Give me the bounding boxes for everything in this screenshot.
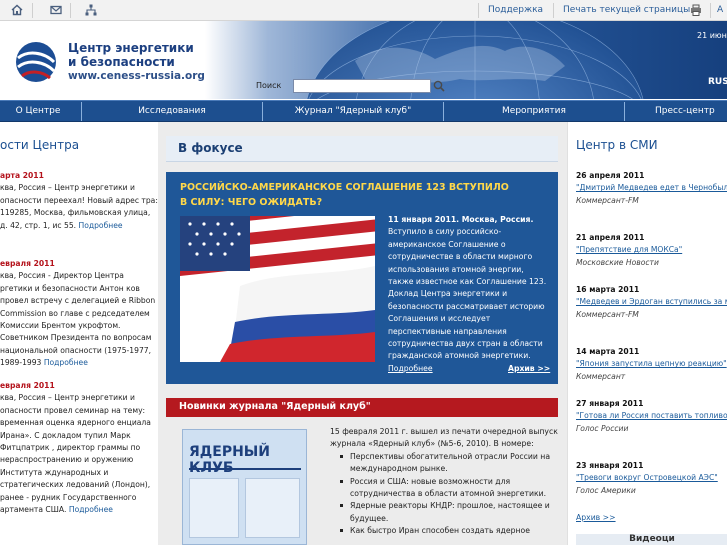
media-link[interactable]: "Дмитрий Медведев едет в Чернобыль спуст… [576,182,727,194]
media-date: 16 марта 2011 [576,285,640,294]
media-date: 26 апреля 2011 [576,171,645,180]
news-item: евраля 2011 ква, Россия - Директор Центр… [0,258,158,370]
media-title: Центр в СМИ [576,138,658,152]
nav-journal[interactable]: Журнал "Ядерный клуб" [263,101,443,122]
news-date: арта 2011 [0,171,44,180]
media-link[interactable]: "Препятствие для МОКСа" [576,244,727,256]
focus-more-link[interactable]: Подробнее [388,364,433,373]
support-link[interactable]: Поддержка [488,5,543,15]
center-news-column: ости Центра арта 2011 ква, Россия – Цент… [0,122,158,545]
media-item: 14 марта 2011 "Япония запустила цепную р… [576,346,727,383]
home-icon[interactable] [10,3,24,17]
media-link[interactable]: "Тревоги вокруг Островецкой АЭС" [576,472,727,484]
search-label: Поиск [256,81,282,90]
font-size-link[interactable]: А [717,5,723,15]
nav-about[interactable]: О Центре [0,101,76,122]
ceness-logo [16,42,56,82]
nav-research[interactable]: Исследования [82,101,262,122]
news-more-link[interactable]: Подробнее [44,358,88,367]
journal-cover-title: ЯДЕРНЫЙ КЛУБ [189,444,271,476]
media-archive-link[interactable]: Архив >> [576,513,616,522]
nav-press-center[interactable]: Пресс-центр [625,101,727,122]
us-russia-flags-image [180,216,375,362]
media-link[interactable]: "Готова ли Россия поставить топливо Теге… [576,410,727,422]
journal-contents-item: Россия и США: новые возможности для сотр… [340,476,562,501]
media-date: 23 января 2011 [576,461,644,470]
journal-contents-item: Как быстро Иран способен создать ядерное [340,525,562,537]
focus-dateline: 11 января 2011. Москва, Россия. [388,215,534,224]
journal-contents-list: Перспективы обогатительной отрасли Росси… [340,451,562,538]
news-more-link[interactable]: Подробнее [69,505,113,514]
journal-intro: 15 февраля 2011 г. вышел из печати очере… [330,427,558,449]
news-text: ква, Россия - Директор Центра ргетики и … [0,271,156,368]
main-content: В фокусе РОССИЙСКО-АМЕРИКАНСКОЕ СОГЛАШЕН… [158,122,567,545]
focus-headline[interactable]: РОССИЙСКО-АМЕРИКАНСКОЕ СОГЛАШЕНИЕ 123 ВС… [180,180,510,210]
media-item: 21 апреля 2011 "Препятствие для МОКСа" М… [576,232,727,269]
media-source: Коммерсант-FM [576,195,639,205]
focus-header: В фокусе [166,136,558,162]
news-date: евраля 2011 [0,381,55,390]
logo-title-line2: и безопасности [68,55,175,69]
nav-events[interactable]: Мероприятия [444,101,624,122]
focus-body: 11 января 2011. Москва, Россия. Вступило… [388,214,550,375]
search-icon[interactable] [432,79,446,93]
media-link[interactable]: "Медведев и Эрдоган вступились за м атом… [576,296,727,308]
media-item: 27 января 2011 "Готова ли Россия постави… [576,398,727,435]
mail-icon[interactable] [49,3,63,17]
media-item: 26 апреля 2011 "Дмитрий Медведев едет в … [576,170,727,207]
media-item: 23 января 2011 "Тревоги вокруг Островецк… [576,460,727,497]
news-item: евраля 2011 ква, Россия – Центр энергети… [0,380,158,516]
media-column: Центр в СМИ 26 апреля 2011 "Дмитрий Медв… [567,122,727,545]
sitemap-icon[interactable] [84,3,98,17]
logo-title-line1: Центр энергетики [68,41,194,55]
journal-contents-item: Ядерные реакторы КНДР: прошлое, настояще… [340,500,562,525]
media-date: 21 апреля 2011 [576,233,645,242]
news-more-link[interactable]: Подробнее [79,221,123,230]
journal-news-title: Новинки журнала "Ядерный клуб" [179,401,371,412]
globe-banner-image [205,21,727,99]
media-source: Голос России [576,423,629,433]
focus-feature-box: РОССИЙСКО-АМЕРИКАНСКОЕ СОГЛАШЕНИЕ 123 ВС… [166,172,558,384]
journal-news-header: Новинки журнала "Ядерный клуб" [166,398,558,417]
journal-description: 15 февраля 2011 г. вышел из печати очере… [330,426,562,538]
news-text: ква, Россия – Центр энергетики и опаснос… [0,393,151,515]
focus-archive-link[interactable]: Архив >> [508,364,550,373]
top-utility-bar: Поддержка Печать текущей страницы А [0,0,727,21]
current-date: 21 июн [697,31,727,40]
media-source: Коммерсант [576,371,626,381]
media-source: Голос Америки [576,485,636,495]
journal-contents-item: Перспективы обогатительной отрасли Росси… [340,451,562,476]
printer-icon[interactable] [689,3,703,17]
media-date: 27 января 2011 [576,399,644,408]
focus-summary: Вступило в силу российско-американское С… [388,227,547,361]
print-page-link[interactable]: Печать текущей страницы [563,5,690,15]
media-link[interactable]: "Япония запустила цепную реакцию" [576,358,727,370]
language-switch[interactable]: RUS [708,77,727,87]
center-news-title: ости Центра [0,138,80,152]
media-item: 16 марта 2011 "Медведев и Эрдоган вступи… [576,284,727,321]
news-item: арта 2011 ква, Россия – Центр энергетики… [0,170,158,232]
focus-title: В фокусе [178,141,243,155]
search-input[interactable] [293,79,431,93]
main-navigation: О Центре Исследования Журнал "Ядерный кл… [0,100,727,122]
media-date: 14 марта 2011 [576,347,640,356]
video-section-header: Видеоци [576,534,727,545]
news-date: евраля 2011 [0,259,55,268]
journal-cover-image[interactable]: ЯДЕРНЫЙ КЛУБ [182,429,307,545]
logo-url: www.ceness-russia.org [68,70,205,82]
media-source: Коммерсант-FM [576,309,639,319]
media-source: Московские Новости [576,257,659,267]
